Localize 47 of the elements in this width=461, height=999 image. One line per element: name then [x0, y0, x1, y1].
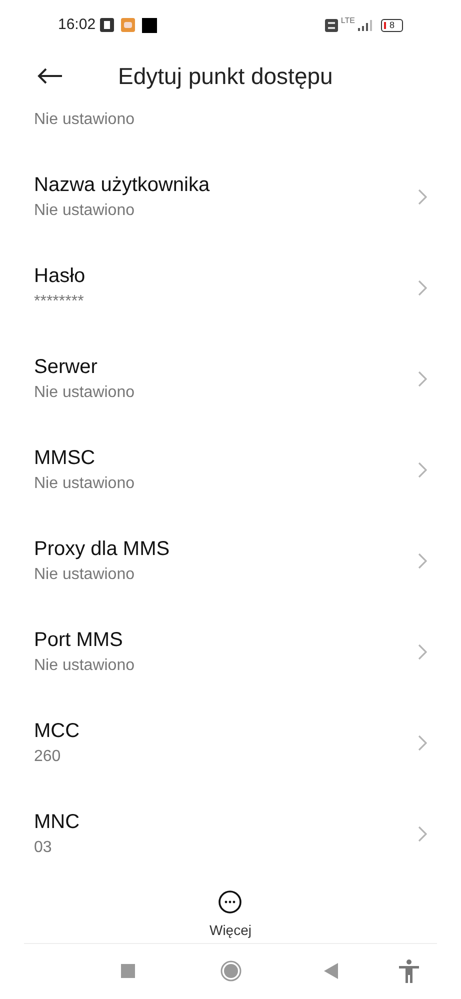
more-button[interactable]: Więcej — [201, 890, 260, 941]
setting-title: MMSC — [34, 446, 96, 470]
chevron-right-icon — [418, 552, 427, 568]
chevron-right-icon — [418, 462, 427, 478]
network-type: LTE — [340, 16, 355, 24]
volte-icon — [324, 18, 338, 32]
setting-row[interactable]: MNC 03 — [0, 785, 461, 876]
chevron-right-icon — [418, 280, 427, 296]
setting-title: Nazwa użytkownika — [34, 172, 210, 198]
status-time: 16:02 — [58, 14, 96, 35]
chevron-right-icon — [418, 826, 427, 842]
setting-value: Nie ustawiono — [34, 564, 136, 584]
app-icon — [100, 18, 114, 32]
battery-indicator: 8 — [381, 18, 403, 32]
setting-title: MNC — [34, 810, 80, 834]
setting-row[interactable]: Hasło ******** — [0, 239, 461, 330]
setting-row[interactable]: MMSC Nie ustawiono — [0, 421, 461, 512]
setting-title: Proxy dla MMS — [34, 536, 170, 562]
setting-value: 03 — [34, 838, 53, 858]
accessibility-button[interactable] — [398, 959, 420, 983]
back-nav-button[interactable] — [324, 963, 338, 979]
setting-value: ******** — [34, 292, 85, 312]
setting-row[interactable]: MCC 260 — [0, 694, 461, 785]
chevron-right-icon — [418, 370, 427, 386]
setting-value: Nie ustawiono — [34, 474, 134, 494]
chevron-right-icon — [418, 644, 427, 660]
setting-title: MCC — [34, 718, 80, 744]
notification-icon — [142, 18, 157, 32]
page-title: Edytuj punkt dostępu — [118, 62, 333, 91]
setting-row[interactable]: Proxy dla MMS Nie ustawiono — [0, 512, 461, 603]
home-button[interactable] — [220, 960, 242, 982]
signal-icon — [358, 19, 374, 31]
setting-title: Port MMS — [34, 628, 124, 652]
setting-row[interactable]: Serwer Nie ustawiono — [0, 330, 461, 421]
setting-title: Hasło — [34, 264, 86, 288]
app-icon — [120, 18, 135, 32]
setting-value: Nie ustawiono — [34, 200, 136, 220]
setting-row[interactable]: Nazwa użytkownika Nie ustawiono — [0, 148, 461, 239]
setting-value: Nie ustawiono — [34, 656, 134, 676]
setting-title: Serwer — [34, 354, 98, 380]
more-icon — [218, 890, 242, 914]
setting-row[interactable]: Port MMS Nie ustawiono — [0, 603, 461, 694]
chevron-right-icon — [418, 188, 427, 204]
setting-value: Nie ustawiono — [34, 382, 134, 402]
setting-value: 260 — [34, 746, 62, 766]
chevron-right-icon — [418, 734, 427, 750]
item-value: Nie ustawiono — [34, 110, 134, 130]
